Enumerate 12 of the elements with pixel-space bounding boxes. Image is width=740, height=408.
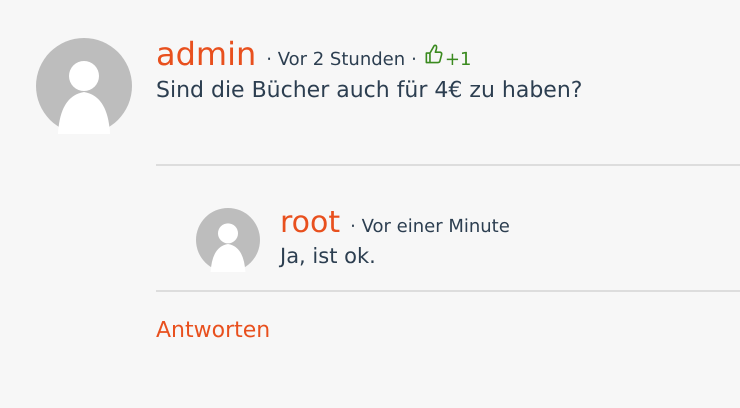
avatar-icon: [196, 208, 260, 272]
avatar-icon: [36, 38, 132, 134]
reply-text: Ja, ist ok.: [280, 244, 377, 268]
timestamp: · Vor einer Minute: [350, 216, 510, 237]
like-count: +1: [444, 49, 472, 70]
author-name[interactable]: admin: [156, 38, 256, 70]
comment-text: Sind die Bücher auch für 4€ zu haben?: [156, 78, 582, 103]
thumbs-up-icon[interactable]: [424, 44, 443, 64]
timestamp: · Vor 2 Stunden: [266, 49, 406, 70]
reply-link[interactable]: Antworten: [156, 318, 270, 343]
author-name[interactable]: root: [280, 208, 340, 238]
separator: ·: [411, 49, 417, 70]
